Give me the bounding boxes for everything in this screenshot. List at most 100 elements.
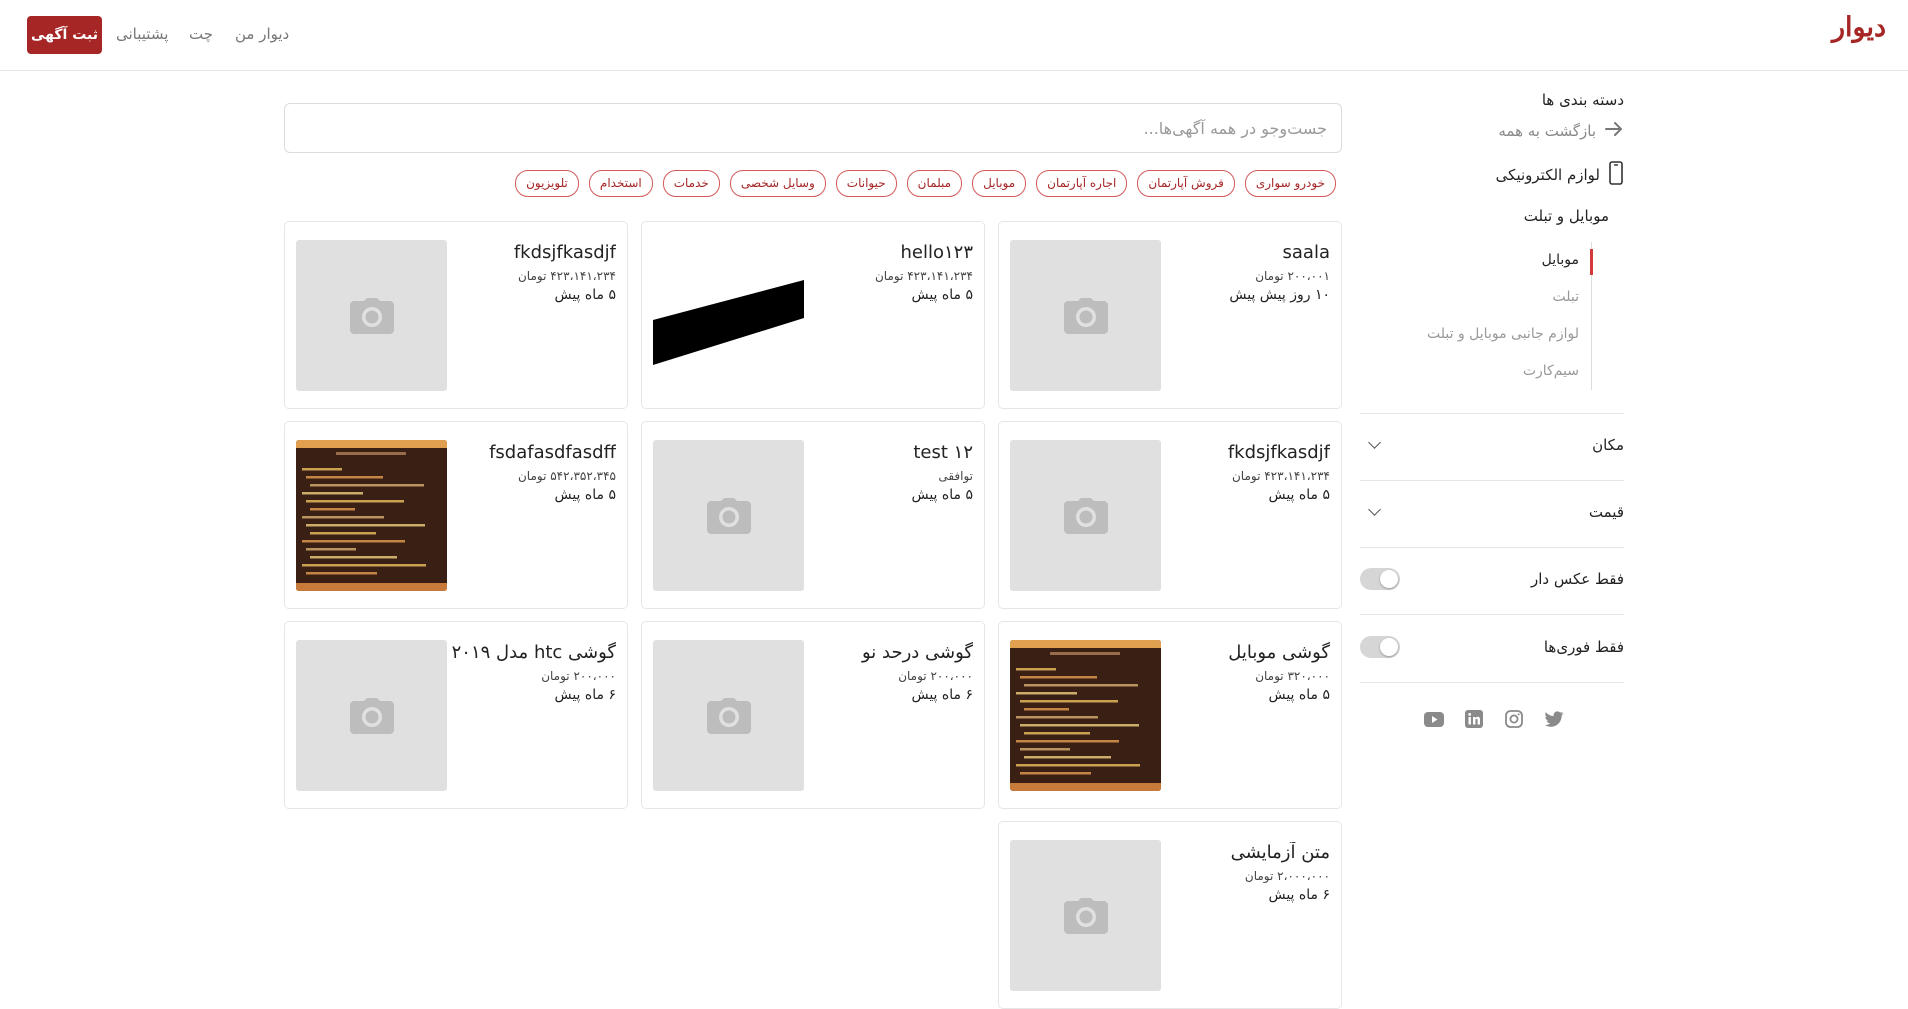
listing-info: hello۱۲۳ ۴۲۳،۱۴۱،۲۳۴ تومان ۵ ماه پیش: [808, 242, 973, 303]
listing-image: [653, 240, 804, 391]
listing-price: توافقی: [938, 469, 973, 483]
category-chip[interactable]: فروش آپارتمان: [1137, 170, 1235, 197]
listing-info: fsdafasdfasdff ۵۴۲،۳۵۲،۳۴۵ تومان ۵ ماه پیش: [451, 442, 616, 503]
listing-price: ۴۲۳،۱۴۱،۲۳۴ تومان: [874, 269, 973, 283]
divider: [1360, 480, 1624, 481]
urgent-only-label: فقط فوری‌ها: [1543, 638, 1624, 656]
listing-title: fsdafasdfasdff: [489, 442, 616, 463]
listing-time: ۶ ماه پیش: [911, 687, 973, 703]
subcategory-mobile-tablet[interactable]: موبایل و تبلت: [1524, 207, 1609, 225]
category-chip[interactable]: خدمات: [662, 170, 720, 197]
divar-logo[interactable]: دیوار: [1832, 12, 1886, 43]
listing-card[interactable]: fsdafasdfasdff ۵۴۲،۳۵۲،۳۴۵ تومان ۵ ماه پیش: [284, 421, 628, 609]
listing-time: ۵ ماه پیش: [1268, 687, 1330, 703]
nav-my-divar[interactable]: دیوار من: [235, 25, 289, 43]
category-label: لوازم الکترونیکی: [1495, 166, 1600, 184]
listing-card[interactable]: گوشی موبایل ۳۲۰،۰۰۰ تومان ۵ ماه پیش: [998, 621, 1342, 809]
listing-card[interactable]: گوشی درحد نو ۲۰۰،۰۰۰ تومان ۶ ماه پیش: [641, 621, 985, 809]
camera-icon: [349, 697, 394, 734]
listing-price: ۲،۰۰۰،۰۰۰ تومان: [1244, 869, 1330, 883]
image-placeholder: [1010, 840, 1161, 991]
image-placeholder: [1010, 440, 1161, 591]
category-chip[interactable]: استخدام: [588, 170, 653, 197]
category-electronics[interactable]: لوازم الکترونیکی: [1496, 161, 1624, 189]
listing-card[interactable]: saala ۲۰۰،۰۰۱ تومان ۱۰ روز پیش پیش: [998, 221, 1342, 409]
listing-title: saala: [1282, 242, 1330, 263]
listing-price: ۲۰۰،۰۰۰ تومان: [898, 669, 973, 683]
listing-time: ۵ ماه پیش: [554, 287, 616, 303]
listing-price: ۴۲۳،۱۴۱،۲۳۴ تومان: [1231, 469, 1330, 483]
listing-info: test ۱۲ توافقی ۵ ماه پیش: [808, 442, 973, 503]
category-chips: خودرو سواری فروش آپارتمان اجاره آپارتمان مو…: [515, 170, 1336, 197]
sub-item-tablet[interactable]: تبلت: [1391, 279, 1591, 316]
nav-chat[interactable]: چت: [189, 25, 213, 43]
location-filter[interactable]: مکان: [1360, 430, 1624, 460]
camera-icon: [1063, 497, 1108, 534]
listing-title: test ۱۲: [913, 442, 973, 463]
back-to-all-link[interactable]: بازگشت به همه: [1498, 121, 1624, 141]
divider: [1360, 413, 1624, 414]
location-label: مکان: [1592, 436, 1624, 454]
listing-info: fkdsjfkasdjf ۴۲۳،۱۴۱،۲۳۴ تومان ۵ ماه پیش: [1165, 442, 1330, 503]
listing-info: fkdsjfkasdjf ۴۲۳،۱۴۱،۲۳۴ تومان ۵ ماه پیش: [451, 242, 616, 303]
listing-title: fkdsjfkasdjf: [1227, 442, 1330, 463]
listing-info: saala ۲۰۰،۰۰۱ تومان ۱۰ روز پیش پیش: [1165, 242, 1330, 303]
category-chip[interactable]: وسایل شخصی: [729, 170, 826, 197]
category-chip[interactable]: اجاره آپارتمان: [1036, 170, 1128, 197]
youtube-icon[interactable]: [1424, 709, 1444, 729]
listing-title: fkdsjfkasdjf: [513, 242, 616, 263]
back-to-all-label: بازگشت به همه: [1498, 122, 1596, 140]
listing-card[interactable]: گوشی htc مدل ۲۰۱۹ ۲۰۰،۰۰۰ تومان ۶ ماه پیش: [284, 621, 628, 809]
subcategory-list: موبایل تبلت لوازم جانبی موبایل و تبلت سی…: [1391, 242, 1593, 390]
listing-image: [296, 440, 447, 591]
listing-time: ۱۰ روز پیش پیش: [1229, 287, 1330, 303]
listing-info: گوشی موبایل ۳۲۰،۰۰۰ تومان ۵ ماه پیش: [1165, 642, 1330, 703]
urgent-only-toggle[interactable]: [1360, 636, 1400, 658]
listing-price: ۴۲۳،۱۴۱،۲۳۴ تومان: [517, 269, 616, 283]
categories-title: دسته بندی ها: [1541, 91, 1624, 109]
listing-time: ۵ ماه پیش: [554, 487, 616, 503]
image-placeholder: [296, 640, 447, 791]
sidebar: دسته بندی ها بازگشت به همه لوازم الکترون…: [1360, 71, 1624, 976]
top-header: دیوار دیوار من چت پشتیبانی ثبت آگهی: [0, 0, 1908, 71]
linkedin-icon[interactable]: [1464, 709, 1484, 729]
listing-price: ۲۰۰،۰۰۱ تومان: [1255, 269, 1330, 283]
divider: [1360, 614, 1624, 615]
image-placeholder: [1010, 240, 1161, 391]
listing-time: ۵ ماه پیش: [911, 287, 973, 303]
category-chip[interactable]: خودرو سواری: [1244, 170, 1336, 197]
camera-icon: [706, 497, 751, 534]
listing-info: متن آزمایشی ۲،۰۰۰،۰۰۰ تومان ۶ ماه پیش: [1165, 842, 1330, 903]
category-chip[interactable]: تلویزیون: [515, 170, 579, 197]
image-placeholder: [653, 640, 804, 791]
post-ad-button[interactable]: ثبت آگهی: [27, 16, 102, 54]
listing-card[interactable]: fkdsjfkasdjf ۴۲۳،۱۴۱،۲۳۴ تومان ۵ ماه پیش: [284, 221, 628, 409]
listing-price: ۵۴۲،۳۵۲،۳۴۵ تومان: [517, 469, 616, 483]
price-filter[interactable]: قیمت: [1360, 497, 1624, 527]
listing-title: گوشی htc مدل ۲۰۱۹: [451, 642, 616, 663]
listing-card[interactable]: test ۱۲ توافقی ۵ ماه پیش: [641, 421, 985, 609]
twitter-icon[interactable]: [1544, 709, 1564, 729]
photo-only-filter: فقط عکس دار: [1360, 564, 1624, 594]
listing-card[interactable]: متن آزمایشی ۲،۰۰۰،۰۰۰ تومان ۶ ماه پیش: [998, 821, 1342, 1009]
search-input[interactable]: [284, 103, 1342, 153]
category-chip[interactable]: موبایل: [972, 170, 1027, 197]
camera-icon: [1063, 897, 1108, 934]
category-chip[interactable]: حیوانات: [835, 170, 897, 197]
photo-only-toggle[interactable]: [1360, 568, 1400, 590]
nav-support[interactable]: پشتیبانی: [116, 25, 168, 43]
listing-card[interactable]: fkdsjfkasdjf ۴۲۳،۱۴۱،۲۳۴ تومان ۵ ماه پیش: [998, 421, 1342, 609]
listing-time: ۶ ماه پیش: [1268, 887, 1330, 903]
instagram-icon[interactable]: [1504, 709, 1524, 729]
sub-item-mobile[interactable]: موبایل: [1391, 242, 1593, 279]
listing-card[interactable]: hello۱۲۳ ۴۲۳،۱۴۱،۲۳۴ تومان ۵ ماه پیش: [641, 221, 985, 409]
sub-item-simcard[interactable]: سیم‌کارت: [1391, 353, 1591, 390]
category-chip[interactable]: مبلمان: [906, 170, 963, 197]
chevron-down-icon: [1368, 436, 1381, 449]
price-label: قیمت: [1588, 503, 1624, 521]
divider: [1360, 547, 1624, 548]
social-links: [1424, 709, 1564, 729]
listing-info: گوشی htc مدل ۲۰۱۹ ۲۰۰،۰۰۰ تومان ۶ ماه پیش: [451, 642, 616, 703]
camera-icon: [706, 697, 751, 734]
sub-item-accessories[interactable]: لوازم جانبی موبایل و تبلت: [1391, 316, 1591, 353]
